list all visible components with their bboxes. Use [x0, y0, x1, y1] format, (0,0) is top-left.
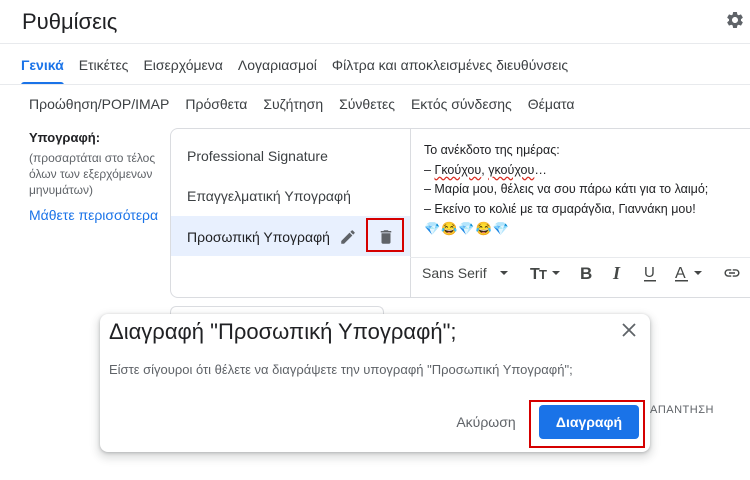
editor-toolbar-divider: [410, 257, 750, 258]
tab-themes[interactable]: Θέματα: [528, 85, 575, 123]
signature-item-professional[interactable]: Professional Signature: [187, 148, 328, 164]
signature-list-divider: [410, 128, 411, 298]
signature-description: (προσαρτάται στο τέλος όλων των εξερχόμε…: [29, 150, 169, 198]
editor-line-3: – Μαρία μου, θέλεις να σου πάρω κάτι για…: [424, 182, 709, 196]
gear-icon[interactable]: [725, 10, 745, 30]
signature-label: Υπογραφή:: [29, 130, 101, 145]
cancel-button[interactable]: Ακύρωση: [447, 408, 525, 436]
svg-text:T: T: [539, 267, 547, 282]
edit-icon[interactable]: [339, 228, 357, 246]
signature-desc-line-1: (προσαρτάται στο τέλος: [29, 151, 156, 165]
svg-text:I: I: [612, 264, 621, 282]
editor-line-2-suffix: …: [534, 162, 547, 177]
tab-advanced[interactable]: Σύνθετες: [339, 85, 395, 123]
svg-text:B: B: [580, 264, 592, 282]
link-icon[interactable]: [722, 264, 742, 282]
reply-label: ΑΠΑΝΤΗΣΗ: [650, 404, 714, 416]
editor-line-2: – Γκούχου, γκούχου…: [424, 161, 750, 181]
font-dropdown-arrow-icon: [499, 271, 508, 275]
editor-line-4: – Εκείνο το κολιέ με τα σμαράγδια, Γιανν…: [424, 201, 696, 216]
editor-line-2-prefix: –: [424, 162, 435, 177]
settings-tabs-row-1: Γενικά Ετικέτες Εισερχόμενα Λογαριασμοί …: [0, 46, 583, 85]
signature-desc-line-3: μηνυμάτων): [29, 183, 93, 197]
learn-more-link[interactable]: Μάθετε περισσότερα: [29, 207, 158, 223]
tab-accounts[interactable]: Λογαριασμοί: [238, 46, 317, 84]
spelling-word-2: γκούχου: [488, 162, 535, 177]
signature-desc-line-2: όλων των εξερχόμενων: [29, 167, 153, 181]
tab-filters[interactable]: Φίλτρα και αποκλεισμένες διευθύνσεις: [332, 46, 568, 84]
underline-icon[interactable]: U: [642, 264, 658, 282]
font-family-select[interactable]: Sans Serif: [422, 262, 509, 284]
dialog-title: Διαγραφή "Προσωπική Υπογραφή";: [109, 319, 457, 344]
signature-item-business[interactable]: Επαγγελματική Υπογραφή: [187, 188, 351, 204]
dialog-message: Είστε σίγουροι ότι θέλετε να διαγράψετε …: [109, 362, 573, 377]
svg-text:U: U: [644, 264, 655, 281]
italic-icon[interactable]: I: [610, 264, 626, 282]
tab-inbox[interactable]: Εισερχόμενα: [143, 46, 222, 84]
delete-icon-highlight: [366, 218, 404, 252]
settings-tabs-row-2: Προώθηση/POP/IMAP Πρόσθετα Συζήτηση Σύνθ…: [0, 85, 590, 123]
tab-general[interactable]: Γενικά: [21, 46, 64, 85]
editor-line-1: Το ανέκδοτο της ημέρας:: [424, 143, 560, 157]
delete-button-highlight: [529, 400, 645, 448]
tab-chat[interactable]: Συζήτηση: [263, 85, 323, 123]
font-family-value: Sans Serif: [422, 265, 487, 281]
tab-labels[interactable]: Ετικέτες: [79, 46, 129, 84]
page-title: Ρυθμίσεις: [22, 9, 118, 34]
svg-text:A: A: [675, 265, 686, 282]
signature-editor[interactable]: Το ανέκδοτο της ημέρας: – Γκούχου, γκούχ…: [424, 141, 750, 239]
bold-icon[interactable]: B: [579, 264, 595, 282]
signature-item-personal[interactable]: Προσωπική Υπογραφή: [187, 229, 330, 245]
tab-addons[interactable]: Πρόσθετα: [185, 85, 247, 123]
close-icon[interactable]: [621, 322, 637, 338]
text-color-icon[interactable]: A: [674, 264, 708, 282]
editor-emoji-line: 💎😂💎😂💎: [424, 221, 510, 236]
font-size-icon[interactable]: T T: [530, 264, 562, 282]
tab-offline[interactable]: Εκτός σύνδεσης: [411, 85, 512, 123]
header-divider: [0, 43, 750, 44]
spelling-word-1: Γκούχου: [434, 162, 482, 177]
tab-forwarding[interactable]: Προώθηση/POP/IMAP: [29, 85, 169, 123]
